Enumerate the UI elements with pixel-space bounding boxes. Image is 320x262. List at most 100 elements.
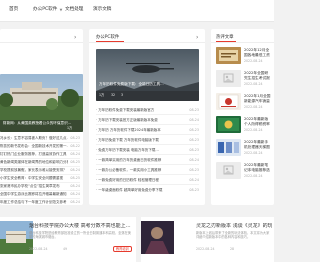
- list-item[interactable]: · 万年历免费下载 万年历软件电脑版下载 08-23: [96, 138, 199, 145]
- article-thumbnail: [216, 47, 241, 64]
- article-date: 2022-08-24: [244, 59, 263, 63]
- article-title: 2022年12月全国各地最低工资标准一览表: [244, 48, 270, 57]
- featured-comments: 32: [111, 93, 116, 97]
- list-item[interactable]: · 万年历软件免费下载安装最新版官方 08-23: [96, 108, 199, 115]
- list-item-text: 学校提前放暑假，家长表示难以接受安排？: [0, 168, 67, 172]
- article-thumbnail: [216, 139, 241, 156]
- category-tag[interactable]: 教育培训: [113, 246, 132, 253]
- column-card-hot-articles: 热评文章 2022年12月全国各地最低工资标准一览表 2022-08-24 20…: [211, 29, 274, 205]
- hot-article-item[interactable]: 2022年全国研究生招生考试报名人数… 2022-08-24: [216, 70, 271, 90]
- hot-article-item[interactable]: 2022年最新手机处理器天梯图排行榜 2022-08-24: [216, 139, 271, 159]
- list-item-text: · 万年历软件免费下载安装最新版官方: [96, 108, 155, 112]
- list-item-date: 08-24: [189, 158, 199, 162]
- list-item[interactable]: 学校提前放暑假，家长表示难以接受安排？ 08-24: [0, 168, 80, 175]
- article-date: 2022-08-24: [244, 82, 263, 86]
- column-card-left: › 财新网：从黄国英教授看公众的环保意识… 1万 冯乡长：生意不容易被人欺负？做…: [0, 29, 83, 205]
- article-title: 2022年最新手机处理器天梯图排行榜: [244, 140, 270, 149]
- list-item[interactable]: · 万年历 万年历软件下载2024年最新版本 08-23: [96, 128, 199, 135]
- list-item-date: 08-23: [189, 168, 199, 172]
- featured-caption: 万年历软件免费版下载：全能日历工具…: [99, 82, 164, 86]
- article-thumbnail: [216, 162, 241, 179]
- article-title: 烟台科技学院办公大楼 高考分数不高也能上…: [29, 223, 131, 229]
- article-date: 2022-08-24: [244, 174, 263, 178]
- list-item-date: 08-24: [70, 168, 80, 172]
- list-item-date: 08-24: [189, 118, 199, 122]
- list-item-date: 08-24: [70, 152, 80, 156]
- featured-image[interactable]: 万年历软件免费版下载：全能日历工具… 1万 32 3: [96, 49, 199, 101]
- article-title: 2022年1月全国新能源汽车销量排行榜: [244, 94, 271, 103]
- list-item-date: 08-25: [70, 160, 80, 164]
- article-title: 灵龙之刃新版本 浅谈《灵龙》的玩法: [196, 223, 272, 229]
- article-views: 49: [63, 247, 68, 251]
- hot-article-item[interactable]: 2022年1月全国新能源汽车销量排行榜 2022-08-24: [216, 93, 271, 113]
- hot-article-item[interactable]: 2022年最新版个人所得税税率表一览 2022-08-24: [216, 116, 271, 136]
- article-description: 新版本上线后带来了全新的玩法体验，本文将为大家详细介绍新版本中的各种内容和技巧。: [196, 231, 270, 240]
- chevron-right-icon[interactable]: ›: [196, 34, 198, 41]
- list-item[interactable]: 小学生安全教育：中学生安全问题需重视 08-25: [0, 176, 80, 183]
- featured-likes: 3: [121, 93, 124, 97]
- nav-item-office-pc-software[interactable]: 办公PC软件 ▼: [33, 7, 62, 13]
- article-views: 28: [230, 247, 235, 251]
- article-title: 2022年最新版个人所得税税率表一览: [244, 117, 270, 126]
- list-item-text: · 一年级桌面软件 超简单好用免费分享下载: [96, 188, 163, 192]
- list-item[interactable]: 黄色新闻类媒体在新闻界的地位和影响力分析 08-25: [0, 160, 80, 167]
- list-item-text: 钉钉热门企业服务推荐，打造高效协作工具: [0, 152, 67, 156]
- list-item[interactable]: · 一年级桌面软件 超简单好用免费分享下载 08-23: [96, 188, 199, 195]
- list-item-date: 08-23: [189, 148, 199, 152]
- nav-item-label: 办公PC软件: [33, 7, 58, 12]
- list-item-text: 黄色新闻类媒体在新闻界的地位和影响力分析: [0, 160, 68, 164]
- list-item[interactable]: · 一款免费好用的日历软件 轻松管理日程 08-24: [96, 178, 199, 185]
- nav-item-home[interactable]: 首页: [9, 7, 18, 13]
- featured-image[interactable]: 财新网：从黄国英教授看公众的环保意识… 1万: [0, 74, 83, 132]
- list-item[interactable]: 年度工作总结与下一年度工作计划范文参考 08-24: [0, 200, 80, 207]
- list-item[interactable]: · 一款办公必备软件，一款实用小工具推荐 08-23: [96, 168, 199, 175]
- chevron-right-icon[interactable]: ›: [74, 34, 76, 41]
- list-item-text: 陈蕊的新书发布会：全国新技术开发的第一…: [0, 144, 68, 148]
- list-item[interactable]: · 万年历下载安装官方正版最新版本免费 08-24: [96, 118, 199, 125]
- list-item-text: · 一款办公必备软件，一款实用小工具推荐: [96, 168, 162, 172]
- list-item[interactable]: 张家港市民办学校“点位”招生简章发布 08-24: [0, 184, 80, 191]
- bottom-article-card[interactable]: 烟台科技学院办公大楼 高考分数不高也能上… 烟台科技学院是经教育部批准设立的一所…: [0, 217, 136, 262]
- list-item-date: 08-23: [189, 108, 199, 112]
- hot-article-item[interactable]: 2022年12月全国各地最低工资标准一览表 2022-08-24: [216, 47, 271, 67]
- article-date: 2022-08-24: [244, 128, 263, 132]
- article-thumbnail: [141, 221, 174, 254]
- article-description: 烟台科技学院是经教育部批准设立的一所全日制普通本科高校，坐落在美丽的海滨城市烟台…: [29, 231, 131, 240]
- featured-views: 1万: [99, 93, 105, 97]
- list-item-text: 全国中学生游泳比赛即将拉开帷幕最新通知: [0, 192, 67, 196]
- list-item-text: · 一款免费好用的日历软件 轻松管理日程: [96, 178, 159, 182]
- card-divider: [0, 42, 83, 43]
- list-item[interactable]: 冯乡长：生意不容易被人欺负？做好这几点… 08-23: [0, 136, 80, 143]
- bottom-article-card[interactable]: 灵龙之刃新版本 浅谈《灵龙》的玩法 新版本上线后带来了全新的玩法体验，本文将为大…: [141, 217, 274, 262]
- list-item-date: 08-24: [189, 178, 199, 182]
- list-item-date: 08-24: [70, 192, 80, 196]
- list-item-text: 冯乡长：生意不容易被人欺负？做好这几点…: [0, 136, 68, 140]
- list-item-date: 08-23: [189, 138, 199, 142]
- featured-views: 1万: [67, 126, 73, 130]
- list-item[interactable]: · 免费万年历下载安装 电脑万年历下载… 08-23: [96, 148, 199, 155]
- hot-article-item[interactable]: 2022年最新笔记本电脑推荐选购指南… 2022-08-24: [216, 162, 271, 182]
- article-title: 2022年最新笔记本电脑推荐选购指南…: [244, 163, 270, 172]
- nav-item-document-processing[interactable]: 文档处理: [65, 7, 83, 13]
- article-date: 2022-08-24: [29, 247, 48, 251]
- list-item[interactable]: 全国中学生游泳比赛即将拉开帷幕最新通知 08-24: [0, 192, 80, 199]
- column-card-office-pc-software: 办公PC软件 › 万年历软件免费版下载：全能日历工具… 1万 32 3 · 万年…: [89, 29, 205, 205]
- list-item-text: · 万年历免费下载 万年历软件电脑版下载: [96, 138, 159, 142]
- article-date: 2022-08-24: [244, 105, 263, 109]
- article-thumbnail: [216, 70, 241, 87]
- article-thumbnail: [216, 116, 241, 133]
- top-nav-bar: 首页 办公PC软件 ▼ 文档处理 演示文稿: [0, 0, 274, 22]
- article-thumbnail: [216, 93, 241, 110]
- list-item[interactable]: 陈蕊的新书发布会：全国新技术开发的第一… 08-22: [0, 144, 80, 151]
- article-date: 2022-08-24: [196, 247, 215, 251]
- list-item-text: · 万年历下载安装官方正版最新版本免费: [96, 118, 158, 122]
- article-date: 2022-08-24: [244, 151, 263, 155]
- list-item-date: 08-23: [189, 128, 199, 132]
- nav-item-presentation[interactable]: 演示文稿: [93, 7, 111, 13]
- list-item[interactable]: 钉钉热门企业服务推荐，打造高效协作工具 08-24: [0, 152, 80, 159]
- list-item[interactable]: · 一款简单实用的万年历桌面日历软件推荐 08-24: [96, 158, 199, 165]
- list-item-date: 08-22: [70, 144, 80, 148]
- list-item-date: 08-24: [70, 184, 80, 188]
- list-item-date: 08-25: [70, 176, 80, 180]
- list-item-date: 08-23: [70, 136, 80, 140]
